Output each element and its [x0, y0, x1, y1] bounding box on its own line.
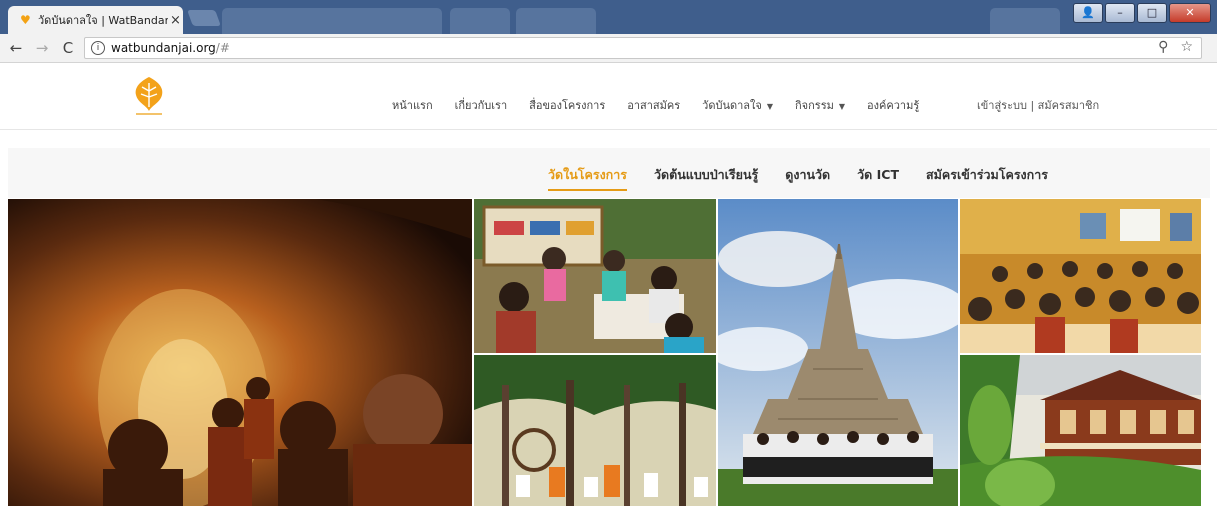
seminar-audience-photo[interactable] [960, 199, 1201, 353]
browser-tab-active[interactable]: ♥ วัดบันดาลใจ | WatBandanj × [8, 6, 183, 34]
browser-tab-inactive[interactable] [516, 8, 596, 34]
tab-join-project[interactable]: สมัครเข้าร่วมโครงการ [926, 165, 1048, 191]
browser-toolbar: ← → C i watbundanjai.org/# ⚲ ☆ [0, 34, 1217, 63]
tunnel-monks-photo[interactable] [8, 199, 472, 506]
star-icon[interactable]: ☆ [1180, 39, 1193, 55]
nav-item-home[interactable]: หน้าแรก [392, 96, 433, 114]
tab-close-icon[interactable]: × [170, 13, 181, 28]
browser-titlebar: ♥ วัดบันดาลใจ | WatBandanj × 👤 – □ ✕ [0, 0, 1217, 34]
minimize-button[interactable]: – [1105, 3, 1135, 23]
nav-item-knowledge[interactable]: องค์ความรู้ [867, 96, 919, 114]
user-icon[interactable]: 👤 [1073, 3, 1103, 23]
tab-ict-temples[interactable]: วัด ICT [857, 165, 899, 191]
forest-gathering-photo[interactable] [474, 355, 716, 506]
main-nav: หน้าแรก เกี่ยวกับเรา สื่อของโครงการ อาสา… [392, 96, 919, 114]
thai-house-photo[interactable] [960, 355, 1201, 506]
site-header: หน้าแรก เกี่ยวกับเรา สื่อของโครงการ อาสา… [0, 63, 1217, 130]
back-arrow-icon[interactable]: ← [6, 39, 26, 57]
nav-item-temples[interactable]: วัดบันดาลใจ ▼ [702, 96, 773, 114]
maximize-button[interactable]: □ [1137, 3, 1167, 23]
children-drawing-photo[interactable] [474, 199, 716, 353]
address-bar[interactable]: i watbundanjai.org/# ⚲ ☆ [84, 37, 1202, 59]
window-controls: 👤 – □ ✕ [1073, 3, 1211, 23]
reload-icon[interactable]: C [58, 39, 78, 57]
browser-tab-inactive[interactable] [990, 8, 1060, 34]
close-window-button[interactable]: ✕ [1169, 3, 1211, 23]
zoom-icon[interactable]: ⚲ [1158, 39, 1168, 55]
tab-title: วัดบันดาลใจ | WatBandanj [38, 14, 168, 27]
nav-item-about[interactable]: เกี่ยวกับเรา [455, 96, 508, 114]
site-logo[interactable] [132, 75, 166, 117]
tab-project-temples[interactable]: วัดในโครงการ [548, 165, 627, 191]
tab-temple-visits[interactable]: ดูงานวัด [785, 165, 830, 191]
nav-item-media[interactable]: สื่อของโครงการ [529, 96, 605, 114]
subnav: วัดในโครงการ วัดต้นแบบป่าเรียนรู้ ดูงานว… [548, 165, 1075, 191]
url-text: watbundanjai.org/# [111, 41, 230, 55]
new-tab-button[interactable] [187, 10, 221, 26]
chevron-down-icon: ▼ [766, 102, 774, 111]
nav-item-activities[interactable]: กิจกรรม ▼ [795, 96, 845, 114]
nav-item-volunteer[interactable]: อาสาสมัคร [627, 96, 680, 114]
forward-arrow-icon[interactable]: → [32, 39, 52, 57]
heart-favicon-icon: ♥ [20, 13, 31, 27]
browser-tab-inactive[interactable] [450, 8, 510, 34]
info-icon[interactable]: i [91, 41, 105, 55]
stupa-students-photo[interactable] [718, 199, 958, 506]
browser-tab-inactive[interactable] [222, 8, 442, 34]
chevron-down-icon: ▼ [838, 102, 846, 111]
tab-model-forest-temples[interactable]: วัดต้นแบบป่าเรียนรู้ [654, 165, 758, 191]
login-register-link[interactable]: เข้าสู่ระบบ | สมัครสมาชิก [977, 96, 1099, 114]
